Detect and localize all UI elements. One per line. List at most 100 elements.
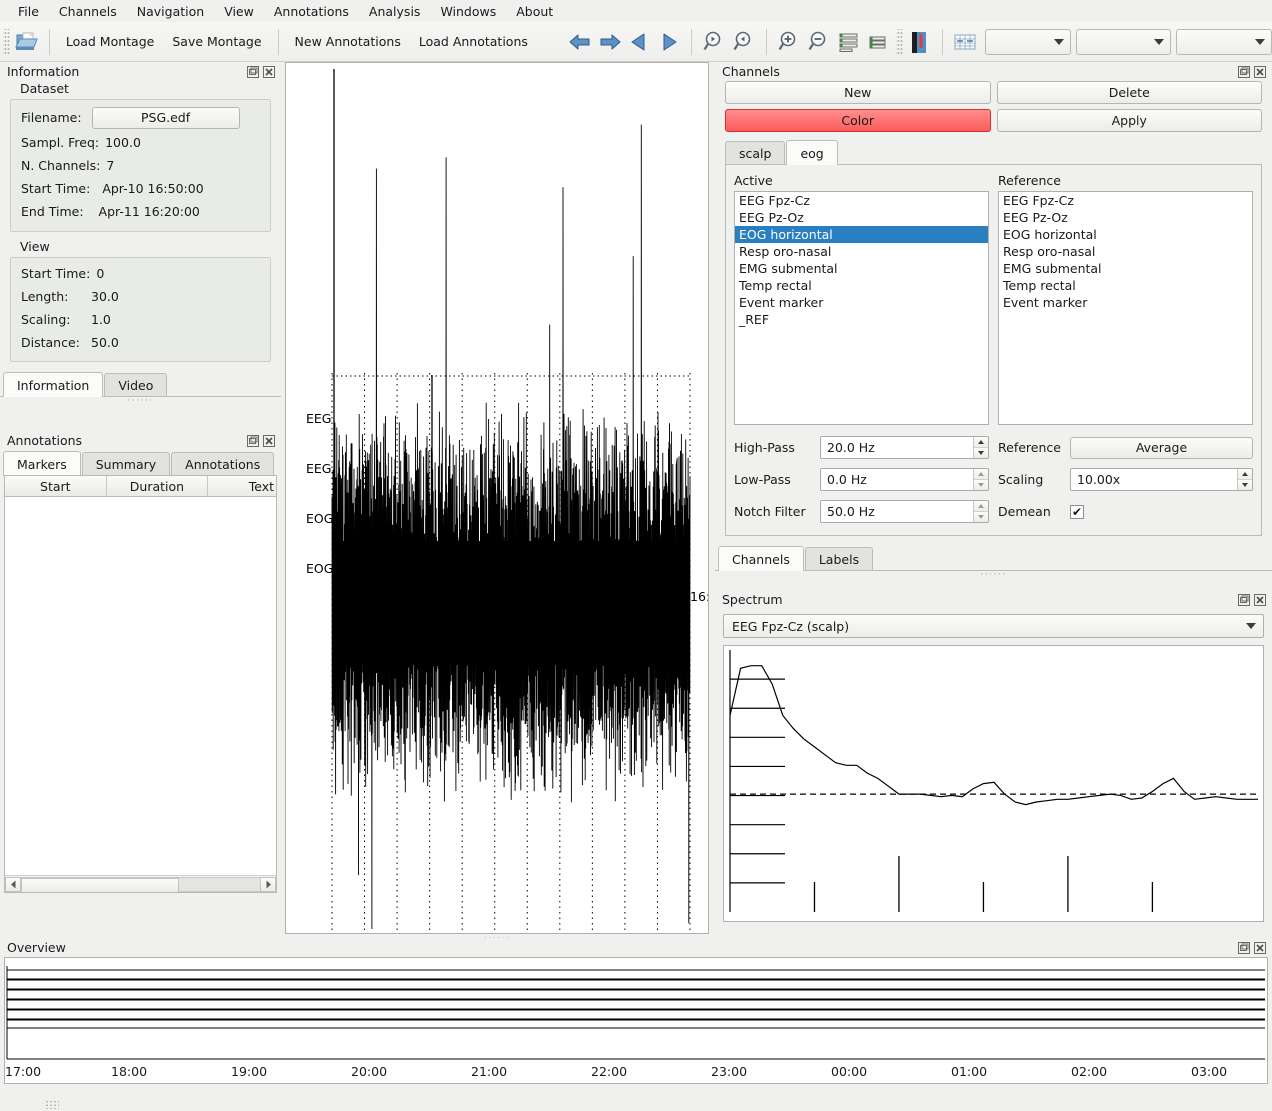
low-pass-value[interactable]: 0.0 Hz bbox=[821, 469, 973, 490]
notch-filter-value[interactable]: 50.0 Hz bbox=[821, 501, 973, 522]
step-forward-icon[interactable] bbox=[595, 28, 625, 56]
spectrum-plot[interactable] bbox=[724, 646, 1262, 918]
spin-down-icon[interactable] bbox=[1238, 480, 1252, 490]
overview-canvas[interactable]: 17:00 18:00 19:00 20:00 21:00 22:00 23:00 00:00… bbox=[4, 957, 1268, 1084]
tab-annotations[interactable]: Annotations bbox=[171, 452, 275, 475]
grid-icon[interactable] bbox=[950, 28, 980, 56]
close-icon[interactable] bbox=[1253, 941, 1266, 954]
page-back-icon[interactable] bbox=[624, 28, 654, 56]
scaling-value[interactable]: 10.00x bbox=[1071, 469, 1237, 490]
delete-channel-group-button[interactable]: Delete bbox=[996, 81, 1262, 104]
low-pass-spin-arrows[interactable] bbox=[973, 469, 988, 490]
active-list-item[interactable]: EEG Fpz-Cz bbox=[735, 192, 988, 209]
menu-channels[interactable]: Channels bbox=[49, 2, 127, 21]
menu-annotations[interactable]: Annotations bbox=[264, 2, 359, 21]
tab-channels[interactable]: Channels bbox=[718, 546, 804, 571]
markers-table-hscrollbar[interactable] bbox=[5, 875, 276, 892]
close-icon[interactable] bbox=[262, 65, 275, 78]
menu-navigation[interactable]: Navigation bbox=[127, 2, 214, 21]
reference-list-item[interactable]: Temp rectal bbox=[999, 277, 1252, 294]
apply-button[interactable]: Apply bbox=[996, 109, 1262, 132]
float-icon[interactable] bbox=[1237, 593, 1250, 606]
dock-splitter-grip[interactable]: ······ bbox=[0, 397, 281, 406]
more-distance-icon[interactable] bbox=[864, 28, 894, 56]
zoom-out-icon[interactable] bbox=[804, 28, 834, 56]
close-icon[interactable] bbox=[1253, 65, 1266, 78]
close-icon[interactable] bbox=[1253, 593, 1266, 606]
spin-down-icon[interactable] bbox=[974, 512, 988, 522]
zoom-in-icon[interactable] bbox=[774, 28, 804, 56]
float-icon[interactable] bbox=[246, 434, 259, 447]
tab-video[interactable]: Video bbox=[104, 373, 168, 396]
color-scheme-icon[interactable] bbox=[905, 28, 935, 56]
notch-filter-spin-arrows[interactable] bbox=[973, 501, 988, 522]
tab-information[interactable]: Information bbox=[3, 372, 104, 397]
open-folder-icon[interactable] bbox=[12, 28, 42, 56]
page-forward-icon[interactable] bbox=[654, 28, 684, 56]
combo-2[interactable] bbox=[1075, 28, 1172, 55]
tab-group-scalp[interactable]: scalp bbox=[725, 141, 786, 164]
signal-trace-canvas[interactable]: EEG EEG EOG EOG 16: bbox=[285, 62, 710, 934]
spectrum-channel-select[interactable]: EEG Fpz-Cz (scalp) bbox=[723, 614, 1264, 638]
float-icon[interactable] bbox=[1237, 65, 1250, 78]
step-back-icon[interactable] bbox=[565, 28, 595, 56]
reference-list-item[interactable]: EEG Fpz-Cz bbox=[999, 192, 1252, 209]
float-icon[interactable] bbox=[246, 65, 259, 78]
load-annotations-button[interactable]: Load Annotations bbox=[410, 30, 537, 53]
new-annotations-button[interactable]: New Annotations bbox=[286, 30, 410, 53]
scaling-spin-arrows[interactable] bbox=[1237, 469, 1252, 490]
active-list-item-selected[interactable]: EOG horizontal bbox=[735, 226, 988, 243]
active-list-item[interactable]: EEG Pz-Oz bbox=[735, 209, 988, 226]
spin-down-icon[interactable] bbox=[974, 448, 988, 458]
menu-analysis[interactable]: Analysis bbox=[359, 2, 431, 21]
toolbar-grip-2[interactable] bbox=[896, 28, 904, 55]
combo-1[interactable] bbox=[985, 28, 1071, 55]
float-icon[interactable] bbox=[1237, 941, 1250, 954]
color-button[interactable]: Color bbox=[725, 109, 991, 132]
column-header-duration[interactable]: Duration bbox=[107, 476, 209, 496]
scroll-left-arrow-icon[interactable] bbox=[5, 876, 21, 892]
reference-list-item[interactable]: EMG submental bbox=[999, 260, 1252, 277]
active-list-item[interactable]: Resp oro-nasal bbox=[735, 243, 988, 260]
close-icon[interactable] bbox=[262, 434, 275, 447]
less-distance-icon[interactable] bbox=[834, 28, 864, 56]
spin-up-icon[interactable] bbox=[974, 469, 988, 480]
filename-button[interactable]: PSG.edf bbox=[91, 107, 240, 129]
active-list-item[interactable]: EMG submental bbox=[735, 260, 988, 277]
active-list-item[interactable]: _REF bbox=[735, 311, 988, 328]
window-resize-grip[interactable] bbox=[45, 1100, 59, 1109]
reference-list-item[interactable]: EOG horizontal bbox=[999, 226, 1252, 243]
tab-summary[interactable]: Summary bbox=[81, 452, 171, 475]
active-list-item[interactable]: Temp rectal bbox=[735, 277, 988, 294]
high-pass-spin-arrows[interactable] bbox=[973, 437, 988, 458]
column-header-text[interactable]: Text bbox=[208, 476, 276, 496]
tab-group-eog[interactable]: eog bbox=[786, 140, 838, 165]
combo-3[interactable] bbox=[1176, 28, 1272, 55]
menu-view[interactable]: View bbox=[214, 2, 264, 21]
save-montage-button[interactable]: Save Montage bbox=[163, 30, 270, 53]
tab-markers[interactable]: Markers bbox=[3, 451, 81, 476]
spin-up-icon[interactable] bbox=[974, 437, 988, 448]
scaling-spinbox[interactable]: 10.00x bbox=[1070, 468, 1253, 491]
menu-about[interactable]: About bbox=[506, 2, 563, 21]
reference-list-item[interactable]: Resp oro-nasal bbox=[999, 243, 1252, 260]
scrollbar-thumb[interactable] bbox=[21, 877, 179, 892]
menu-windows[interactable]: Windows bbox=[430, 2, 506, 21]
column-header-start[interactable]: Start bbox=[5, 476, 107, 496]
reference-channels-list[interactable]: EEG Fpz-Cz EEG Pz-Oz EOG horizontal Resp… bbox=[998, 191, 1253, 425]
spin-up-icon[interactable] bbox=[974, 501, 988, 512]
low-pass-spinbox[interactable]: 0.0 Hz bbox=[820, 468, 989, 491]
spin-up-icon[interactable] bbox=[1238, 469, 1252, 480]
active-channels-list[interactable]: EEG Fpz-Cz EEG Pz-Oz EOG horizontal Resp… bbox=[734, 191, 989, 425]
toolbar-grip[interactable] bbox=[3, 28, 10, 55]
high-pass-spinbox[interactable]: 20.0 Hz bbox=[820, 436, 989, 459]
channels-splitter-grip[interactable]: ······ bbox=[715, 571, 1272, 580]
demean-checkbox[interactable]: ✔ bbox=[1070, 504, 1084, 519]
high-pass-value[interactable]: 20.0 Hz bbox=[821, 437, 973, 458]
scroll-right-arrow-icon[interactable] bbox=[260, 876, 276, 892]
scrollbar-track[interactable] bbox=[21, 876, 260, 892]
widen-window-icon[interactable] bbox=[729, 28, 759, 56]
spin-down-icon[interactable] bbox=[974, 480, 988, 490]
narrow-window-icon[interactable] bbox=[699, 28, 729, 56]
reference-list-item[interactable]: Event marker bbox=[999, 294, 1252, 311]
